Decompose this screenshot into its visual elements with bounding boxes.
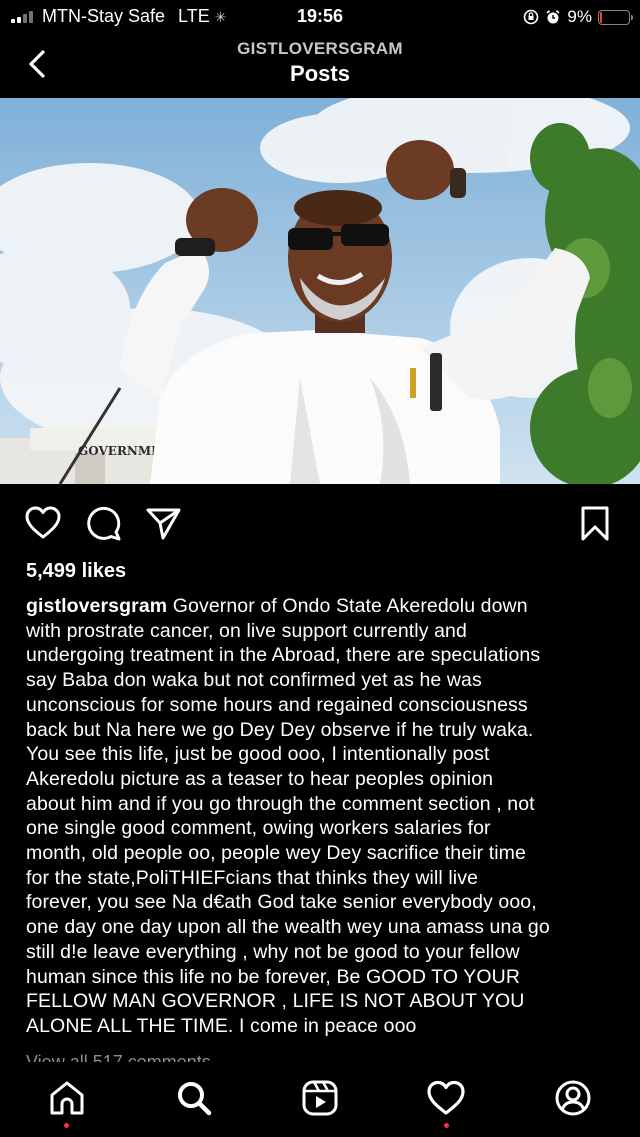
likes-count[interactable]: 5,499 likes <box>26 560 126 583</box>
like-heart-icon[interactable] <box>24 504 62 542</box>
alarm-icon <box>546 10 561 24</box>
caption-line: one single good comment, owing workers s… <box>26 817 491 840</box>
battery-percent: 9% <box>567 7 592 26</box>
caption-line: ALONE ALL THE TIME. I come in peace ooo <box>26 1014 417 1037</box>
activity-heart-icon[interactable] <box>426 1078 466 1118</box>
battery-icon <box>598 9 633 25</box>
home-icon[interactable] <box>47 1078 87 1118</box>
caption-username[interactable]: gistloversgram <box>26 595 167 617</box>
status-indicators: 9% <box>523 6 633 28</box>
caption-line: undergoing treatment in the Abroad, ther… <box>26 644 541 667</box>
caption-line: gistloversgram Governor of Ondo State Ak… <box>26 594 626 619</box>
caption-line: Akeredolu picture as a teaser to hear pe… <box>26 767 494 790</box>
caption-text: Governor of Ondo State Akeredolu down <box>172 595 528 617</box>
caption-line: still d!e leave everything , why not be … <box>26 940 520 963</box>
share-paper-plane-icon[interactable] <box>144 504 182 542</box>
caption-line: FELLOW MAN GOVERNOR , LIFE IS NOT ABOUT … <box>26 990 525 1013</box>
reels-icon[interactable] <box>300 1078 340 1118</box>
save-bookmark-icon[interactable] <box>576 504 614 542</box>
page-title: Posts <box>290 61 350 86</box>
post-caption: gistloversgram Governor of Ondo State Ak… <box>26 594 626 1039</box>
search-icon[interactable] <box>174 1078 214 1118</box>
caption-line: one day one day upon all the wealth wey … <box>26 916 550 939</box>
caption-line: back but Na here we go Dey Dey observe i… <box>26 718 534 741</box>
post-photo: GOVERNMENT HOUSE <box>0 98 640 484</box>
comment-bubble-icon[interactable] <box>84 504 122 542</box>
caption-line: You see this life, just be good ooo, I i… <box>26 743 490 766</box>
account-name: GISTLOVERSGRAM <box>237 39 403 58</box>
caption-line: say Baba don waka but not confirmed yet … <box>26 669 482 692</box>
post-image[interactable]: GOVERNMENT HOUSE <box>0 98 640 484</box>
caption-line: month, old people oo, people wey Dey sac… <box>26 842 526 865</box>
activity-notification-dot <box>444 1123 449 1128</box>
post-actions <box>0 498 640 546</box>
caption-line: for the state,PoliTHIEFcians that thinks… <box>26 866 479 889</box>
bottom-nav <box>0 1062 640 1137</box>
caption-line: human since this life no be forever, Be … <box>26 965 521 988</box>
caption-line: with prostrate cancer, on live support c… <box>26 619 467 642</box>
profile-icon[interactable] <box>553 1078 593 1118</box>
caption-line: about him and if you go through the comm… <box>26 792 535 815</box>
view-comments-link[interactable]: View all 517 comments <box>26 1052 211 1062</box>
home-notification-dot <box>64 1123 69 1128</box>
orientation-lock-icon <box>524 9 539 25</box>
header: GISTLOVERSGRAM Posts <box>0 36 640 98</box>
caption-line: unconscious for some hours and regained … <box>26 693 528 716</box>
caption-line: forever, you see Na d€ath God take senio… <box>26 891 537 914</box>
status-bar: MTN-Stay Safe LTE ✳ 19:56 9% <box>0 0 640 36</box>
